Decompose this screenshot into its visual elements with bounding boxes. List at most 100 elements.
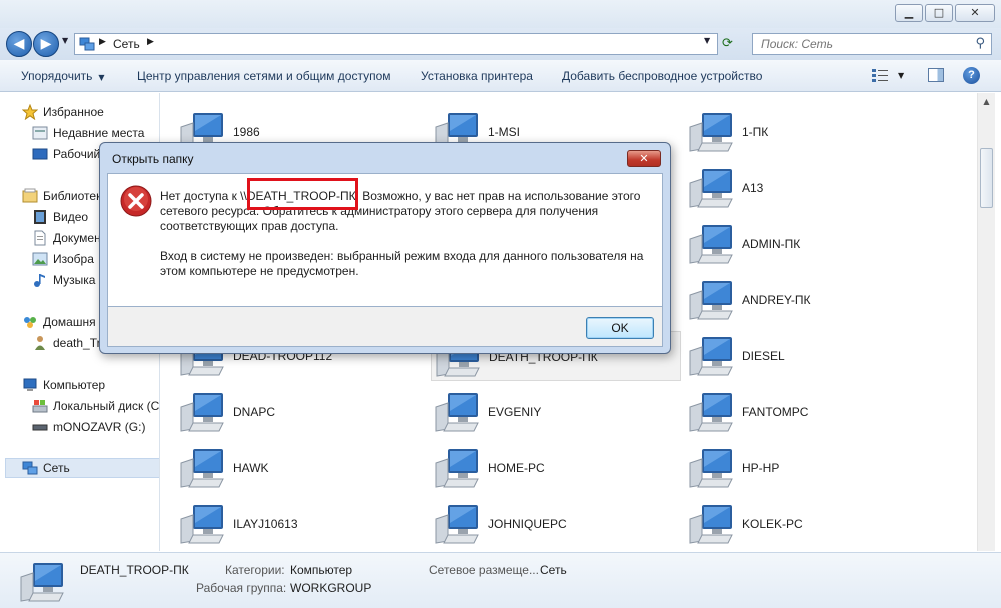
scroll-up-icon[interactable]: ▲ <box>978 93 995 110</box>
nav-item-recent-places[interactable]: Недавние места <box>32 123 144 143</box>
network-icon <box>79 37 95 51</box>
computer-tile[interactable]: HP-HP <box>670 443 910 493</box>
nav-item-label: mONOZAVR (G:) <box>53 420 146 434</box>
network-center-button[interactable]: Центр управления сетями и общим доступом <box>137 69 391 83</box>
computer-tile[interactable]: HOME-PC <box>416 443 656 493</box>
breadcrumb-arrow-icon[interactable]: ▶ <box>147 37 154 47</box>
command-bar: Упорядочить ▼ Центр управления сетями и о… <box>0 60 1001 92</box>
address-box[interactable]: ▶ Сеть ▶ <box>74 33 718 55</box>
computer-name: ADMIN-ПК <box>742 237 801 251</box>
computer-tile[interactable]: KOLEK-PC <box>670 499 910 549</box>
computer-name: DIESEL <box>742 349 785 363</box>
nav-item-label: death_Tr <box>53 336 101 350</box>
computer-icon <box>688 167 734 209</box>
documents-icon <box>34 230 46 246</box>
breadcrumb-arrow-icon[interactable]: ▶ <box>99 37 106 47</box>
help-icon[interactable]: ? <box>963 67 980 84</box>
vertical-scrollbar[interactable]: ▲ <box>977 93 995 551</box>
computer-tile[interactable]: JOHNIQUEPC <box>416 499 656 549</box>
selected-computer-name: DEATH_TROOP-ПК <box>80 563 189 577</box>
recent-pages-dropdown[interactable]: ▼ <box>62 36 68 45</box>
video-icon <box>34 210 46 224</box>
recent-places-icon <box>32 126 48 140</box>
nav-item-label: Недавние места <box>53 126 145 140</box>
address-history-dropdown[interactable]: ▼ <box>704 36 710 45</box>
view-dropdown-chevron-icon[interactable]: ▼ <box>898 71 904 80</box>
add-printer-button[interactable]: Установка принтера <box>421 69 533 83</box>
address-bar: ◀ ▶ ▼ ▶ Сеть ▶ ▼ ⟳ ⚲ <box>0 28 1001 60</box>
categories-value: Компьютер <box>290 563 353 577</box>
details-pane: DEATH_TROOP-ПК Категории: Компьютер Рабо… <box>0 552 1001 608</box>
dialog-close-button[interactable]: ✕ <box>627 150 661 167</box>
close-window-button[interactable]: ✕ <box>955 4 995 22</box>
scroll-thumb[interactable] <box>980 148 993 208</box>
nav-item-pictures[interactable]: Изобра <box>32 249 94 269</box>
nav-item-label: Видео <box>53 210 89 224</box>
search-icon[interactable]: ⚲ <box>975 36 985 51</box>
computer-icon <box>434 503 480 545</box>
nav-item-user[interactable]: death_Tr <box>32 333 101 353</box>
computer-name: HOME-PC <box>488 461 545 475</box>
computer-icon <box>688 279 734 321</box>
computer-tile[interactable]: EVGENIY <box>416 387 656 437</box>
computer-tile[interactable]: ADMIN-ПК <box>670 219 910 269</box>
computer-tile[interactable]: FANTOMPC <box>670 387 910 437</box>
organize-label: Упорядочить <box>21 69 93 83</box>
nav-item-label: Библиотек <box>43 189 102 203</box>
nav-item-music[interactable]: Музыка <box>32 270 95 290</box>
computer-tile[interactable]: A13 <box>670 163 910 213</box>
nav-item-video[interactable]: Видео <box>32 207 88 227</box>
window-controls: ▁ □ ✕ <box>895 4 995 22</box>
computer-name: EVGENIY <box>488 405 542 419</box>
pictures-icon <box>32 252 48 266</box>
computer-icon <box>688 391 734 433</box>
preview-pane-icon[interactable] <box>928 68 944 82</box>
categories-label: Категории: <box>225 563 285 577</box>
nav-item-libraries[interactable]: Библиотек <box>22 186 101 206</box>
network-location-label: Сетевое размеще... <box>429 563 539 577</box>
nav-item-removable-drive[interactable]: mONOZAVR (G:) <box>32 417 145 437</box>
search-box[interactable]: ⚲ <box>752 33 992 55</box>
nav-item-label: Домашня <box>43 315 96 329</box>
computer-name: 1986 <box>233 125 260 139</box>
dialog-body: Нет доступа к \\DEATH_TROOP-ПК. Возможно… <box>107 173 663 307</box>
nav-item-label: Компьютер <box>43 378 106 392</box>
back-button[interactable]: ◀ <box>6 31 32 57</box>
computer-name: FANTOMPC <box>742 405 809 419</box>
breadcrumb-network[interactable]: Сеть <box>113 37 140 51</box>
forward-button[interactable]: ▶ <box>33 31 59 57</box>
computer-tile[interactable]: DNAPC <box>161 387 401 437</box>
computer-tile[interactable]: 1-ПК <box>670 107 910 157</box>
nav-item-desktop[interactable]: Рабочий <box>32 144 100 164</box>
title-bar: ▁ □ ✕ <box>0 0 1001 28</box>
add-wireless-button[interactable]: Добавить беспроводное устройство <box>562 69 762 83</box>
computer-tile[interactable]: ILAYJ10613 <box>161 499 401 549</box>
refresh-icon[interactable]: ⟳ <box>722 36 744 52</box>
nav-item-local-disk[interactable]: Локальный диск (C <box>32 396 159 416</box>
nav-item-favorites[interactable]: Избранное <box>22 102 104 122</box>
nav-item-homegroup[interactable]: Домашня <box>22 312 96 332</box>
computer-icon <box>688 335 734 377</box>
ok-button[interactable]: OK <box>586 317 654 339</box>
computer-tile[interactable]: HAWK <box>161 443 401 493</box>
nav-item-label: Избранное <box>43 105 104 119</box>
maximize-button[interactable]: □ <box>925 4 953 22</box>
nav-item-computer[interactable]: Компьютер <box>22 375 105 395</box>
local-disk-icon <box>32 400 48 413</box>
user-icon <box>35 336 45 350</box>
nav-item-documents[interactable]: Докумен <box>32 228 101 248</box>
minimize-button[interactable]: ▁ <box>895 4 923 22</box>
nav-item-label: Рабочий <box>53 147 101 161</box>
view-options-icon[interactable] <box>872 68 888 82</box>
nav-item-label: Изобра <box>53 252 94 266</box>
computer-name: 1-ПК <box>742 125 769 139</box>
computer-name: HAWK <box>233 461 269 475</box>
error-detail-message: Вход в систему не произведен: выбранный … <box>160 249 644 278</box>
organize-button[interactable]: Упорядочить ▼ <box>21 69 105 83</box>
computer-tile[interactable]: ANDREY-ПК <box>670 275 910 325</box>
computer-icon <box>688 111 734 153</box>
computer-tile[interactable]: DIESEL <box>670 331 910 381</box>
search-input[interactable] <box>761 35 961 53</box>
homegroup-icon <box>24 317 36 328</box>
nav-item-network[interactable]: Сеть <box>5 458 159 478</box>
